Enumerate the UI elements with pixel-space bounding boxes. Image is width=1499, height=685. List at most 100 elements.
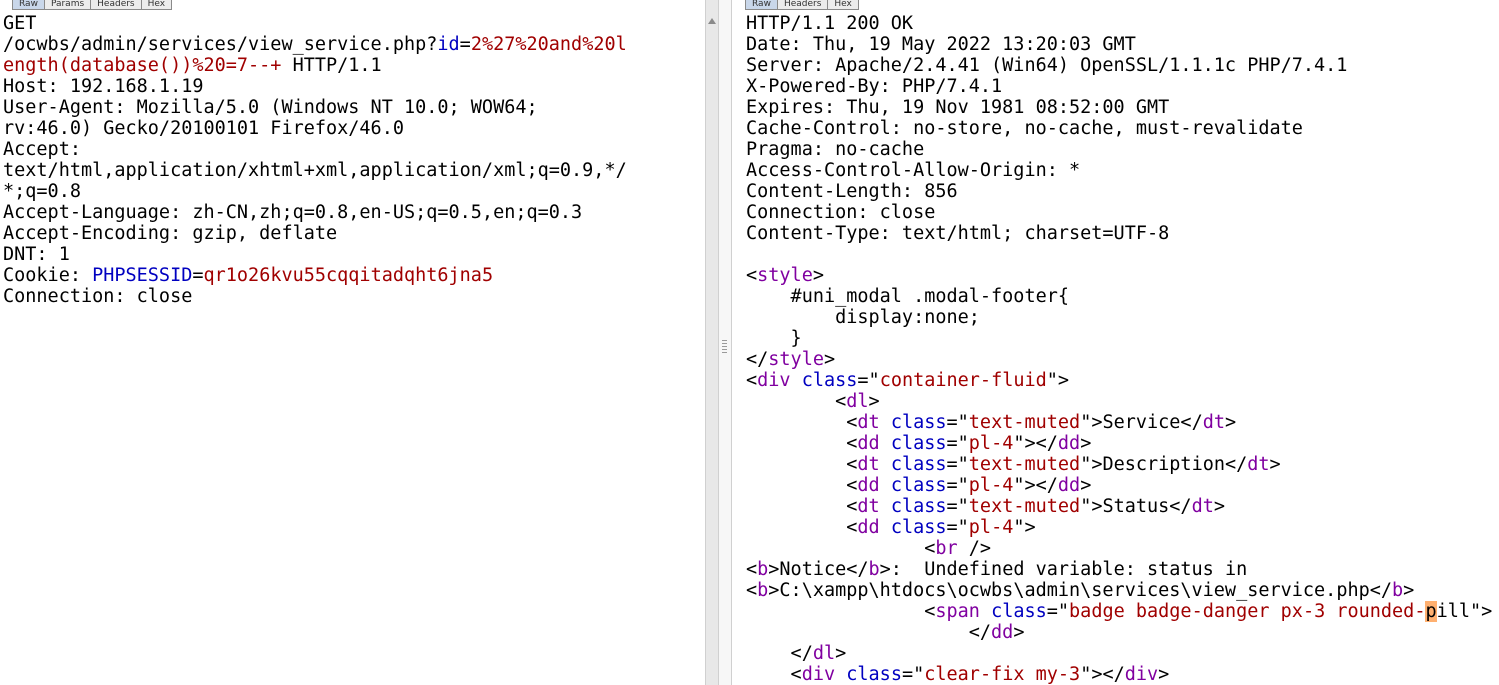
response-line-token: class <box>846 664 902 685</box>
response-line: </dd> <box>746 622 1492 643</box>
request-line-token: /ocwbs/admin/services/view_service.php? <box>3 34 438 55</box>
response-line-token: =" <box>946 475 969 496</box>
response-line-token: =" <box>857 370 880 391</box>
response-line: <dd class="pl-4"> <box>746 517 1492 538</box>
request-line-token: Cookie: <box>3 265 93 286</box>
response-line-token: style <box>768 349 824 370</box>
request-line-token: *;q=0.8 <box>3 181 81 202</box>
response-line-token: < <box>746 475 858 496</box>
request-line: Accept-Encoding: gzip, deflate <box>3 223 627 244</box>
response-line-token: =" <box>901 664 925 685</box>
response-tab-headers[interactable]: Headers <box>776 0 829 10</box>
response-line-token: b <box>868 559 880 580</box>
response-line-token: dd <box>857 517 880 538</box>
response-viewer: HTTP/1.1 200 OK Date: Thu, 19 May 2022 13… <box>746 13 1492 685</box>
response-line-token: > <box>1225 412 1237 433</box>
response-line-token: class <box>801 370 858 391</box>
response-line-token: p <box>1425 601 1437 622</box>
response-line-token: > <box>1013 622 1025 643</box>
request-tab-params[interactable]: Params <box>43 0 92 10</box>
response-line-token: > <box>1080 433 1092 454</box>
grip-handle-icon[interactable] <box>722 340 727 354</box>
response-tab-raw[interactable]: Raw <box>745 0 778 10</box>
request-line-token: Accept: <box>3 139 81 160</box>
response-line-token: "> <box>1013 517 1036 538</box>
response-line-token: X-Powered-By: PHP/7.4.1 <box>746 76 1003 97</box>
response-line-token: b <box>1392 580 1404 601</box>
request-line-token: Accept-Encoding: gzip, deflate <box>3 223 338 244</box>
response-line-token: < <box>746 391 847 412</box>
response-line-token: pl-4 <box>968 517 1014 538</box>
response-line: <dt class="text-muted">Service</dt> <box>746 412 1492 433</box>
response-line: <dt class="text-muted">Description</dt> <box>746 454 1492 475</box>
response-line-token <box>880 517 891 538</box>
response-line-token: b <box>757 559 769 580</box>
response-line-token <box>791 370 802 391</box>
response-line: X-Powered-By: PHP/7.4.1 <box>746 76 1492 97</box>
response-line: <dl> <box>746 391 1492 412</box>
response-line: Access-Control-Allow-Origin: * <box>746 160 1492 181</box>
response-line-token: >Notice</ <box>768 559 869 580</box>
response-line-token: badge badge-danger px-3 rounded- <box>1069 601 1426 622</box>
request-tab-headers[interactable]: Headers <box>90 0 142 10</box>
response-line: display:none; <box>746 307 1492 328</box>
response-line-token: < <box>746 601 936 622</box>
response-line-token: dd <box>1057 433 1081 454</box>
response-panel: Raw Headers Hex HTTP/1.1 200 OK Date: Thu… <box>745 0 1499 685</box>
response-line-token <box>880 412 891 433</box>
response-line-token: "> <box>1046 370 1070 391</box>
request-line: GET <box>3 13 627 34</box>
response-line-token: < <box>746 496 858 517</box>
response-line-token: ill"> <box>1436 601 1493 622</box>
response-line-token: div <box>801 664 836 685</box>
response-line-token: > <box>1269 454 1281 475</box>
response-line-token: >C:\xampp\htdocs\ocwbs\admin\services\vi… <box>768 580 1393 601</box>
request-line: Connection: close <box>3 286 627 307</box>
request-line: text/html,application/xhtml+xml,applicat… <box>3 160 627 181</box>
response-line-token: < <box>746 664 802 685</box>
response-line-token: class <box>890 412 947 433</box>
request-line: Host: 192.168.1.19 <box>3 76 627 97</box>
response-line: Cache-Control: no-store, no-cache, must-… <box>746 118 1492 139</box>
request-scrollbar[interactable] <box>705 0 719 685</box>
response-line: Content-Length: 856 <box>746 181 1492 202</box>
response-line-token: pl-4 <box>968 475 1014 496</box>
response-line-token: display:none; <box>746 307 980 328</box>
pane-splitter[interactable] <box>719 0 731 685</box>
request-line-token: qr1o26kvu55cqqitadqht6jna5 <box>203 265 494 286</box>
response-line-token: < <box>746 412 858 433</box>
request-line-token: HTTP/1.1 <box>281 55 382 76</box>
response-tab-hex[interactable]: Hex <box>827 0 859 10</box>
request-line-token: rv:46.0) Gecko/20100101 Firefox/46.0 <box>3 118 404 139</box>
response-line: <div class="clear-fix my-3"></div> <box>746 664 1492 685</box>
response-line-token: ">Description</ <box>1080 454 1248 475</box>
request-line: DNT: 1 <box>3 244 627 265</box>
response-line-token: class <box>890 433 947 454</box>
response-line-token <box>880 433 891 454</box>
response-line-token: Server: Apache/2.4.41 (Win64) OpenSSL/1.… <box>746 55 1348 76</box>
response-line-token: =" <box>946 412 969 433</box>
response-line: <dt class="text-muted">Status</dt> <box>746 496 1492 517</box>
request-tab-raw[interactable]: Raw <box>12 0 45 10</box>
response-line-token: dt <box>1202 412 1225 433</box>
response-line-token: #uni_modal .modal-footer{ <box>746 286 1070 307</box>
response-line-token: > <box>1158 664 1170 685</box>
response-line-token: < <box>746 538 936 559</box>
response-line-token: b <box>757 580 769 601</box>
scroll-up-arrow-icon[interactable] <box>708 18 716 24</box>
response-line-token: pl-4 <box>968 433 1014 454</box>
response-line-token: ">Service</ <box>1080 412 1203 433</box>
response-line-token: "></ <box>1080 664 1125 685</box>
request-editor[interactable]: GET/ocwbs/admin/services/view_service.ph… <box>3 13 627 307</box>
response-line-token: < <box>746 517 858 538</box>
response-line-token: dd <box>1057 475 1081 496</box>
response-line: <style> <box>746 265 1492 286</box>
request-tab-hex[interactable]: Hex <box>140 0 173 10</box>
request-panel: Raw Params Headers Hex GET/ocwbs/admin/s… <box>0 0 705 685</box>
response-line-token: dd <box>857 433 880 454</box>
response-line <box>746 244 1492 265</box>
response-line-token <box>880 475 891 496</box>
response-line-token: < <box>746 433 858 454</box>
request-line: User-Agent: Mozilla/5.0 (Windows NT 10.0… <box>3 97 627 118</box>
response-line-token: =" <box>946 517 969 538</box>
